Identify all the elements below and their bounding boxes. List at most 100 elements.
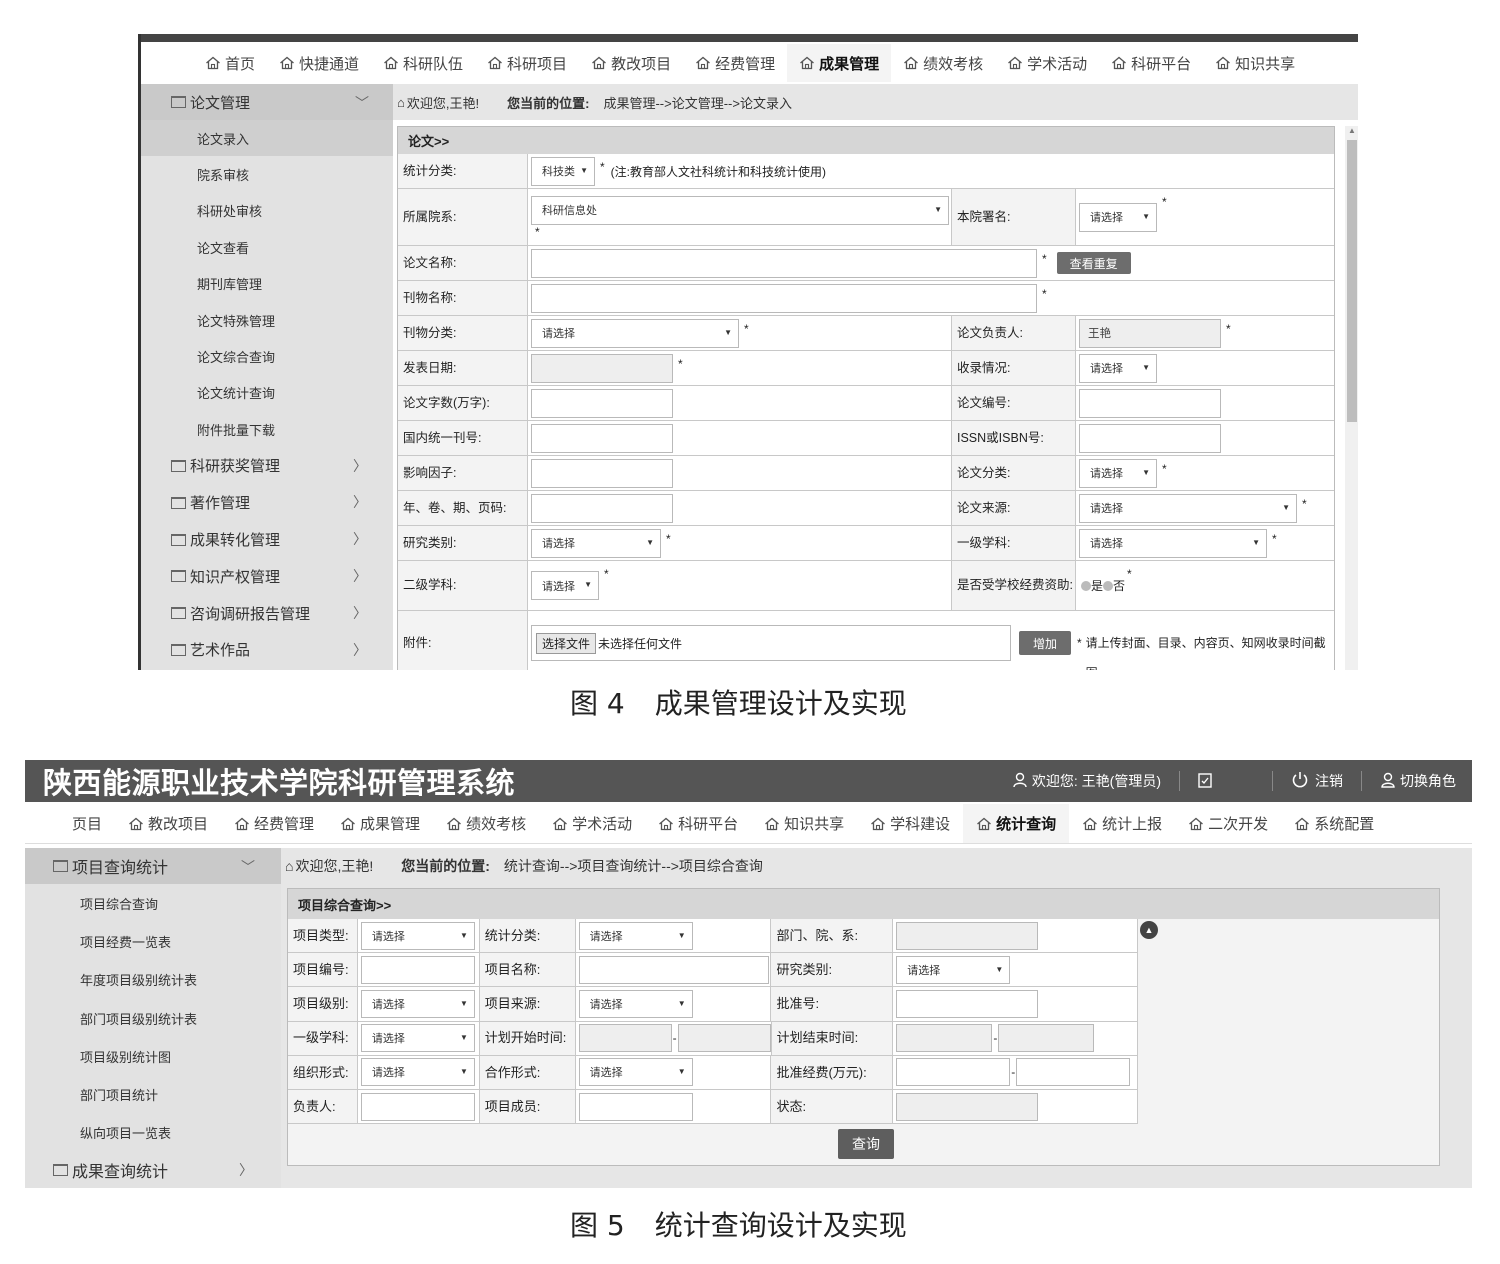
sidebar-subitem[interactable]: 附件批量下载 — [141, 411, 393, 447]
journal-name-input[interactable] — [531, 283, 1037, 313]
journal-type-select[interactable]: 请选择 ▼ — [531, 318, 739, 348]
nav-item[interactable]: 学术活动 — [539, 804, 645, 843]
clipboard-icon[interactable] — [1198, 772, 1212, 791]
nav-item[interactable]: 经费管理 — [221, 804, 327, 843]
nav-item[interactable]: 经费管理 — [683, 44, 787, 82]
research-type-select[interactable]: 请选择 ▼ — [896, 955, 1011, 984]
subject1-select[interactable]: 请选择 ▼ — [360, 1024, 475, 1053]
pub-date-input[interactable] — [531, 353, 673, 383]
nav-item[interactable]: 学科建设 — [857, 804, 963, 843]
collapse-up-icon[interactable]: ▲ — [1140, 921, 1158, 939]
sidebar-subitem[interactable]: 科研处审核 — [141, 193, 393, 229]
approval-no-input[interactable] — [896, 989, 1039, 1018]
power-icon[interactable] — [1291, 771, 1309, 792]
nav-item[interactable]: 知识共享 — [1203, 44, 1307, 82]
nav-item[interactable]: 快捷通道 — [267, 44, 371, 82]
nav-item[interactable]: 教改项目 — [579, 44, 683, 82]
status-input[interactable] — [896, 1092, 1039, 1121]
plan-end-to-input[interactable] — [998, 1024, 1095, 1053]
nav-item[interactable]: 科研队伍 — [371, 44, 475, 82]
sidebar-group-project-stats[interactable]: 项目查询统计 ﹀ — [25, 848, 281, 884]
nav-item[interactable]: 首页 — [193, 44, 267, 82]
sidebar-subitem[interactable]: 期刊库管理 — [141, 266, 393, 302]
stat-category-select[interactable]: 科技类 ▼ — [531, 156, 595, 186]
sidebar-group[interactable]: 科研获奖管理 〉 — [141, 448, 393, 485]
nav-item[interactable]: 科研平台 — [1099, 44, 1203, 82]
sidebar-subitem[interactable]: 项目经费一览表 — [25, 922, 281, 960]
sidebar-group[interactable]: 知识产权管理 〉 — [141, 558, 393, 595]
nav-item[interactable]: 科研项目 — [475, 44, 579, 82]
sidebar-subitem[interactable]: 项目级别统计图 — [25, 1037, 281, 1075]
switch-role-link[interactable]: 切换角色 — [1400, 771, 1456, 791]
add-button[interactable]: 增加 — [1019, 631, 1071, 655]
choose-file-button[interactable]: 选择文件 — [536, 632, 597, 654]
sidebar-group[interactable]: 成果转化管理 〉 — [141, 521, 393, 558]
owner-input[interactable] — [360, 1092, 475, 1121]
subject1-select[interactable]: 请选择 ▼ — [1079, 528, 1267, 558]
sidebar-subitem[interactable]: 论文特殊管理 — [141, 302, 393, 338]
nav-item[interactable]: 科研平台 — [645, 804, 751, 843]
paper-no-input[interactable] — [1079, 388, 1221, 418]
nav-item[interactable]: 统计查询 — [963, 804, 1070, 843]
sidebar-group-result-stats[interactable]: 成果查询统计 〉 — [25, 1152, 281, 1188]
sidebar-subitem[interactable]: 论文录入 — [141, 120, 393, 157]
dept-select[interactable]: 科研信息处 ▼ — [531, 195, 949, 225]
sidebar-group[interactable]: 咨询调研报告管理 〉 — [141, 595, 393, 632]
subject2-select[interactable]: 请选择 ▼ — [531, 571, 599, 600]
project-name-input[interactable] — [578, 955, 769, 984]
signature-select[interactable]: 请选择 ▼ — [1079, 202, 1157, 232]
sidebar-subitem[interactable]: 院系审核 — [141, 156, 393, 192]
radio-no[interactable] — [1103, 580, 1114, 591]
sidebar-subitem[interactable]: 项目综合查询 — [25, 884, 281, 922]
sidebar-subitem[interactable]: 论文统计查询 — [141, 375, 393, 411]
cn-input[interactable] — [531, 423, 673, 453]
sidebar-group[interactable]: 著作管理 〉 — [141, 484, 393, 521]
nav-item[interactable]: 系统配置 — [1281, 804, 1387, 843]
sidebar-subitem[interactable]: 年度项目级别统计表 — [25, 961, 281, 999]
nav-item[interactable]: 页目 — [59, 804, 115, 843]
project-no-input[interactable] — [360, 955, 475, 984]
issn-input[interactable] — [1079, 423, 1221, 453]
nav-item[interactable]: 知识共享 — [751, 804, 857, 843]
nav-item[interactable]: 二次开发 — [1175, 804, 1281, 843]
research-type-select[interactable]: 请选择 ▼ — [531, 528, 661, 558]
volume-input[interactable] — [531, 493, 673, 523]
sidebar-subitem[interactable]: 纵向项目一览表 — [25, 1114, 281, 1152]
sidebar-subitem[interactable]: 部门项目统计 — [25, 1075, 281, 1113]
plan-end-from-input[interactable] — [896, 1024, 993, 1053]
nav-item[interactable]: 绩效考核 — [891, 44, 995, 82]
paper-name-input[interactable] — [531, 248, 1037, 278]
nav-item[interactable]: 绩效考核 — [433, 804, 539, 843]
members-input[interactable] — [578, 1092, 693, 1121]
paper-class-select[interactable]: 请选择 ▼ — [1079, 458, 1157, 488]
nav-item[interactable]: 教改项目 — [115, 804, 221, 843]
sidebar-subitem[interactable]: 部门项目级别统计表 — [25, 999, 281, 1037]
indexed-select[interactable]: 请选择 ▼ — [1079, 353, 1157, 383]
sidebar-group-paper[interactable]: 论文管理 ﹀ — [141, 84, 393, 120]
sidebar-group[interactable]: 艺术作品 〉 — [141, 632, 393, 669]
impact-input[interactable] — [531, 458, 673, 488]
nav-item[interactable]: 学术活动 — [995, 44, 1099, 82]
check-duplicate-button[interactable]: 查看重复 — [1056, 252, 1131, 274]
sidebar-subitem[interactable]: 论文查看 — [141, 229, 393, 265]
scrollbar-up-arrow[interactable]: ▲ — [1345, 126, 1358, 135]
query-button[interactable]: 查询 — [838, 1129, 894, 1159]
plan-start-from-input[interactable] — [578, 1024, 672, 1053]
org-form-select[interactable]: 请选择 ▼ — [360, 1058, 475, 1087]
switch-user-icon[interactable] — [1380, 772, 1396, 791]
word-count-input[interactable] — [531, 388, 673, 418]
dept-input[interactable] — [896, 921, 1039, 950]
stat-category-select[interactable]: 请选择 ▼ — [578, 921, 693, 950]
nav-item[interactable]: 统计上报 — [1069, 804, 1175, 843]
approved-funds-to-input[interactable] — [1016, 1058, 1131, 1087]
source-select[interactable]: 请选择 ▼ — [1079, 493, 1297, 523]
sidebar-subitem[interactable]: 论文综合查询 — [141, 338, 393, 374]
owner-input[interactable]: 王艳 — [1079, 318, 1221, 348]
logout-link[interactable]: 注销 — [1315, 771, 1343, 791]
scrollbar[interactable]: ▲ — [1345, 126, 1358, 670]
project-type-select[interactable]: 请选择 ▼ — [360, 921, 475, 950]
coop-form-select[interactable]: 请选择 ▼ — [578, 1058, 693, 1087]
plan-start-to-input[interactable] — [677, 1024, 771, 1053]
radio-yes[interactable] — [1081, 580, 1091, 591]
nav-item[interactable]: 成果管理 — [787, 44, 892, 82]
